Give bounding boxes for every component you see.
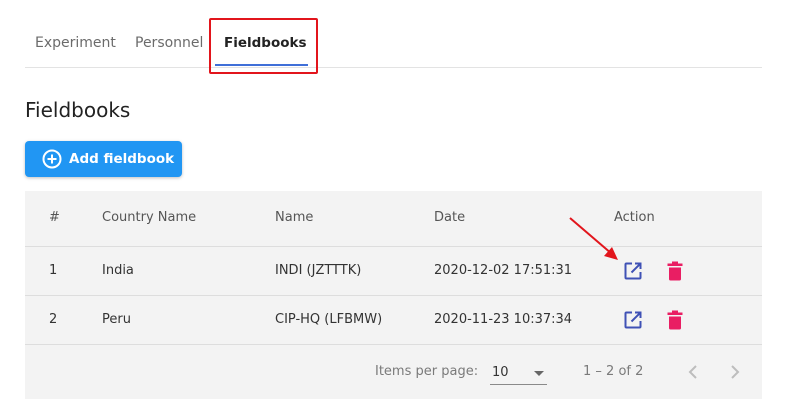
open-in-new-icon[interactable] bbox=[623, 310, 643, 330]
trash-icon[interactable] bbox=[667, 261, 683, 281]
page-title: Fieldbooks bbox=[25, 98, 131, 122]
header-country-name: Country Name bbox=[102, 210, 197, 225]
row-country: Peru bbox=[102, 312, 131, 327]
row-number: 1 bbox=[49, 263, 58, 278]
header-name: Name bbox=[275, 210, 314, 225]
row-number: 2 bbox=[49, 312, 58, 327]
page-range-label: 1 – 2 of 2 bbox=[583, 364, 644, 379]
chevron-right-icon[interactable] bbox=[725, 363, 743, 381]
header-date: Date bbox=[434, 210, 466, 225]
row-date: 2020-11-23 10:37:34 bbox=[434, 312, 573, 327]
chevron-left-icon[interactable] bbox=[685, 363, 703, 381]
row-country: India bbox=[102, 263, 134, 278]
table-row: 1 India INDI (JZTTTK) 2020-12-02 17:51:3… bbox=[25, 247, 762, 296]
table-row: 2 Peru CIP-HQ (LFBMW) 2020-11-23 10:37:3… bbox=[25, 296, 762, 345]
page-size-select[interactable]: 10 bbox=[490, 362, 547, 385]
fieldbooks-table: # Country Name Name Date Action 1 India … bbox=[25, 191, 762, 399]
trash-icon[interactable] bbox=[667, 310, 683, 330]
page-size-value: 10 bbox=[492, 365, 509, 380]
row-name: CIP-HQ (LFBMW) bbox=[275, 312, 383, 327]
row-name: INDI (JZTTTK) bbox=[275, 263, 362, 278]
plus-circle-icon bbox=[42, 149, 62, 169]
tab-experiment[interactable]: Experiment bbox=[35, 18, 116, 67]
add-fieldbook-button[interactable]: Add fieldbook bbox=[25, 141, 182, 177]
tab-personnel[interactable]: Personnel bbox=[135, 18, 203, 67]
annotation-arrow bbox=[569, 217, 618, 260]
tab-bar: Experiment Personnel Fieldbooks bbox=[25, 18, 762, 68]
add-fieldbook-label: Add fieldbook bbox=[69, 151, 175, 167]
table-header: # Country Name Name Date Action bbox=[25, 191, 762, 247]
header-number: # bbox=[49, 210, 60, 225]
annotation-highlight-box bbox=[209, 18, 318, 74]
row-date: 2020-12-02 17:51:31 bbox=[434, 263, 573, 278]
paginator: Items per page: 10 1 – 2 of 2 bbox=[25, 347, 762, 399]
items-per-page-label: Items per page: bbox=[375, 364, 479, 379]
dropdown-caret-icon bbox=[534, 371, 544, 376]
